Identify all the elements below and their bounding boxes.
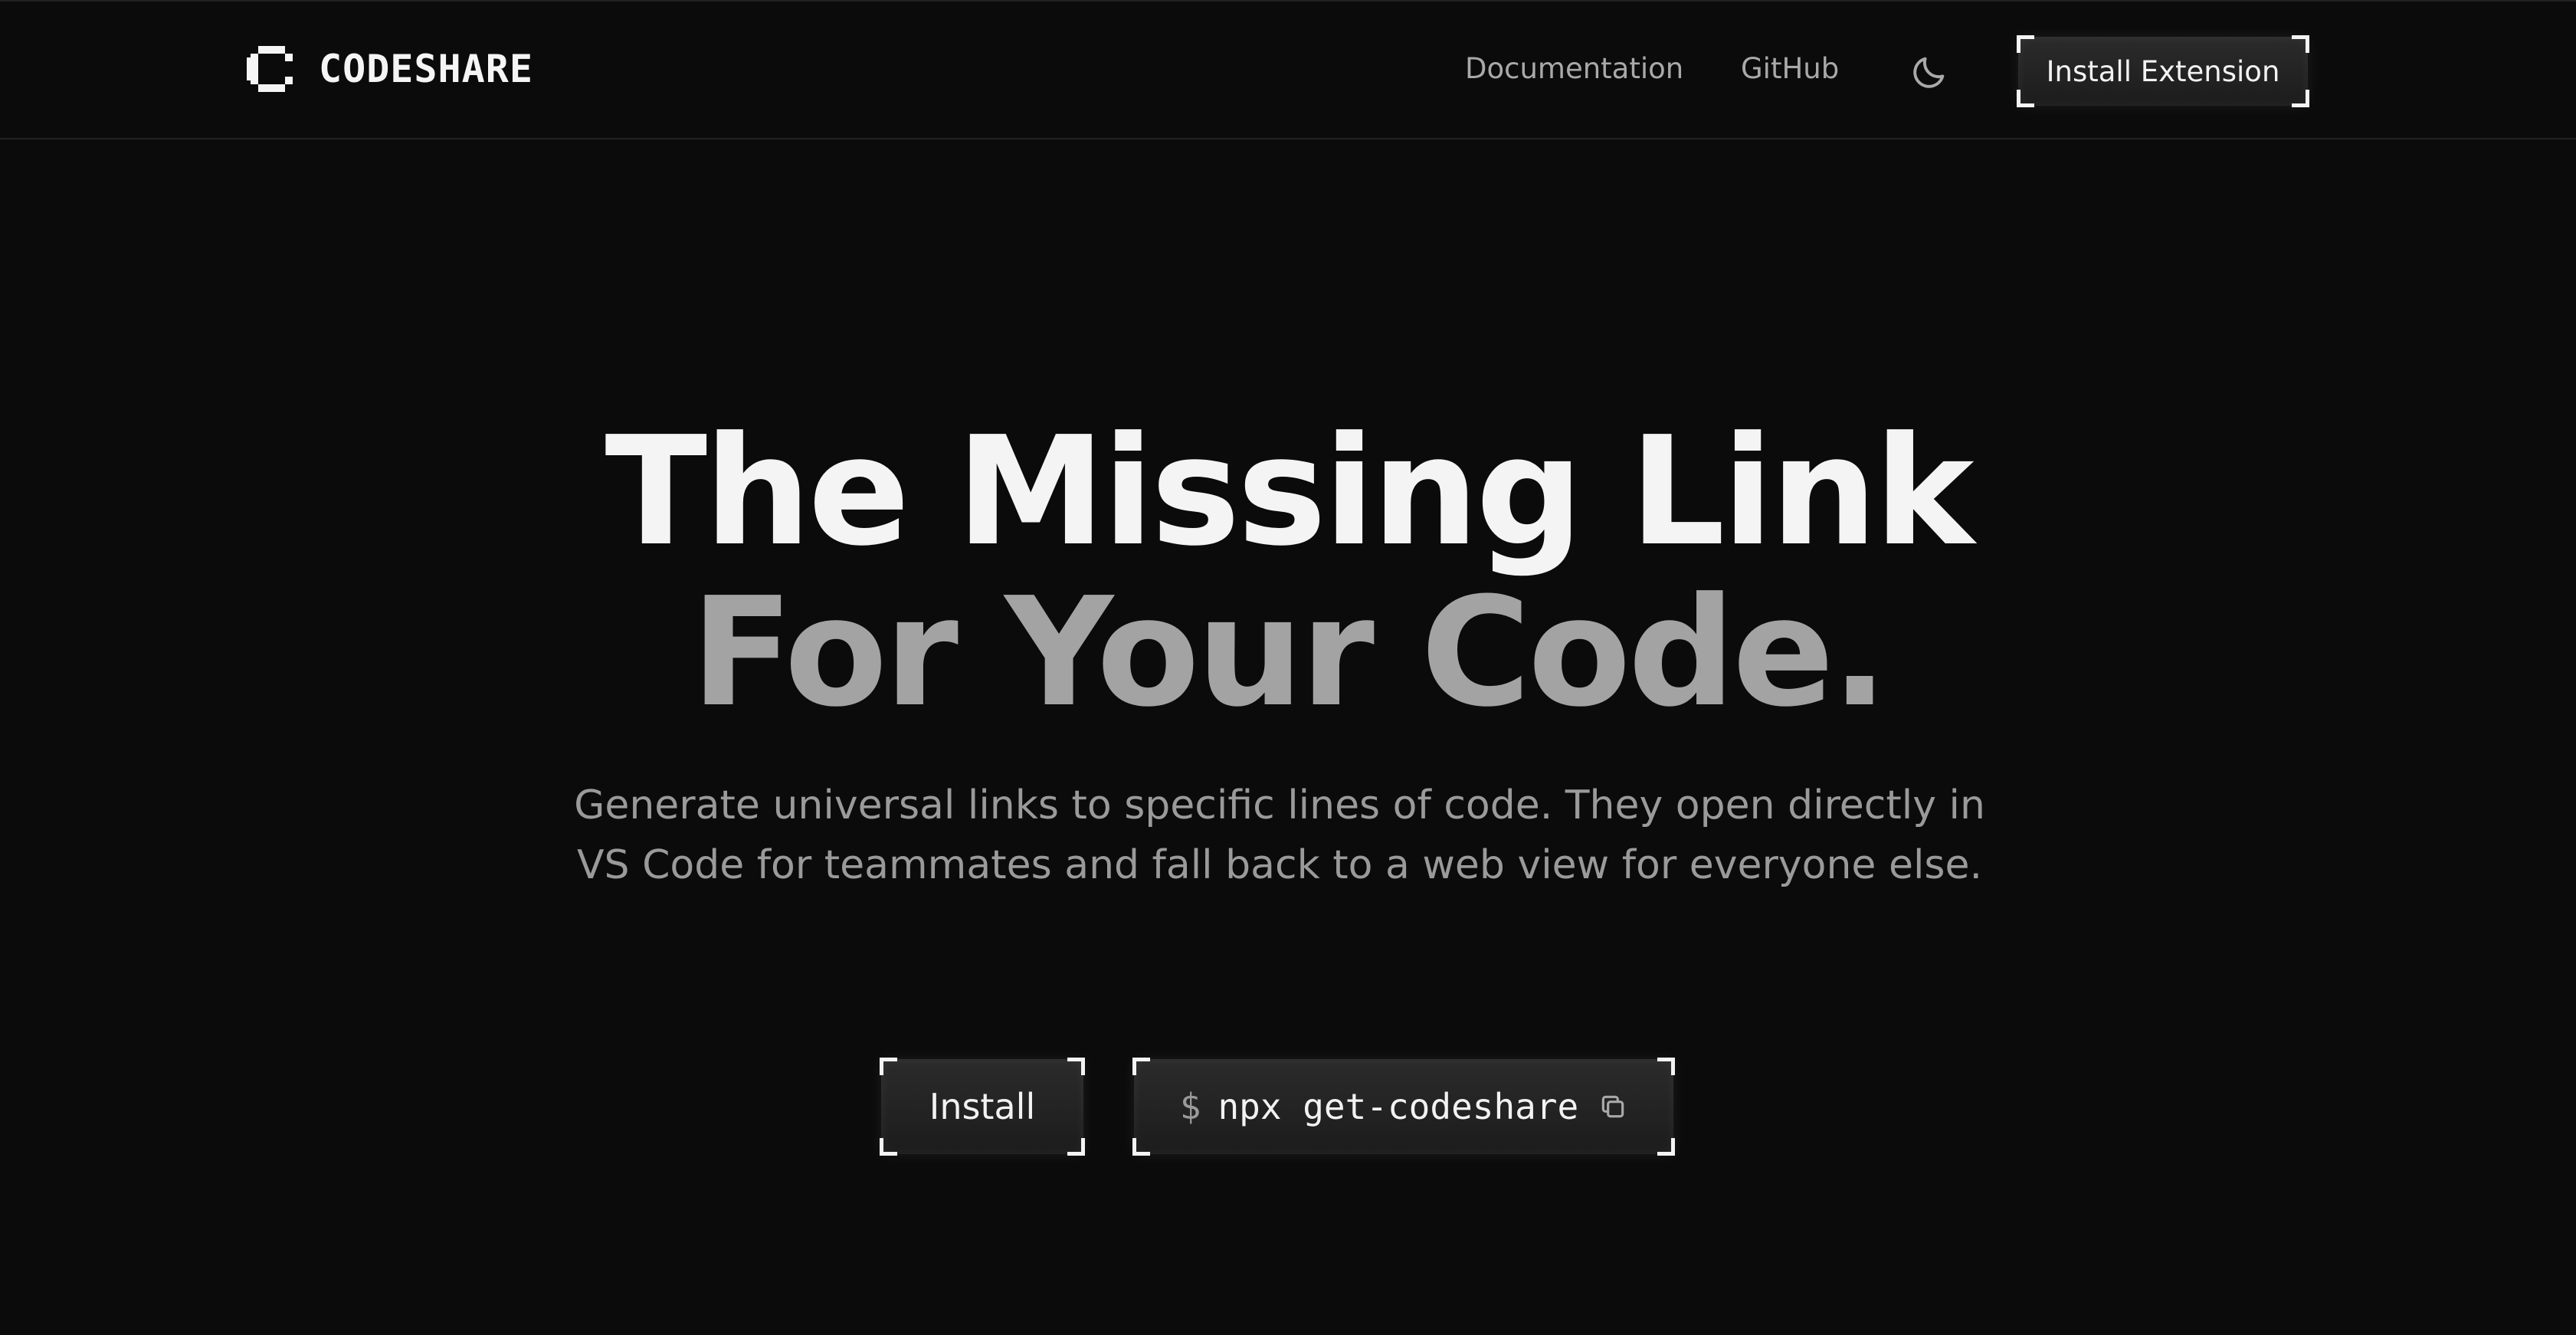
copy-icon: [1602, 1095, 1624, 1118]
moon-icon: [1913, 57, 1945, 88]
nav-github-link[interactable]: GitHub: [1741, 52, 1839, 85]
nav-documentation-link[interactable]: Documentation: [1465, 52, 1683, 85]
command-prompt-symbol: $: [1179, 1086, 1201, 1127]
pixel-c-logo-icon: [247, 46, 293, 92]
hero-title-line-2: For Your Code.: [690, 566, 1889, 740]
install-extension-label: Install Extension: [2046, 54, 2280, 88]
install-button[interactable]: Install: [880, 1058, 1085, 1156]
corner-bracket: [2017, 35, 2034, 53]
brand-name: CODESHARE: [319, 47, 533, 91]
theme-toggle-button[interactable]: [1909, 52, 1949, 92]
hero-description: Generate universal links to specific lin…: [574, 782, 1985, 888]
hero-title-line-1: The Missing Link: [605, 405, 1974, 579]
corner-bracket: [880, 1058, 897, 1075]
corner-bracket: [1657, 1138, 1675, 1156]
corner-bracket: [1657, 1058, 1675, 1075]
corner-bracket: [2017, 90, 2034, 107]
install-extension-button[interactable]: Install Extension: [2017, 35, 2309, 107]
corner-bracket: [880, 1138, 897, 1156]
corner-bracket: [1067, 1058, 1085, 1075]
brand-logo[interactable]: CODESHARE: [247, 46, 533, 92]
copy-command-button[interactable]: $ npx get-codeshare: [1132, 1058, 1675, 1156]
top-navbar: CODESHARE Documentation GitHub Install E…: [0, 2, 2576, 139]
corner-bracket: [1132, 1058, 1150, 1075]
install-label: Install: [929, 1086, 1036, 1127]
corner-bracket: [2292, 90, 2309, 107]
install-command-text: npx get-codeshare: [1218, 1086, 1579, 1127]
landing-page: CODESHARE Documentation GitHub Install E…: [0, 0, 2576, 1335]
corner-bracket: [1132, 1138, 1150, 1156]
corner-bracket: [1067, 1138, 1085, 1156]
corner-bracket: [2292, 35, 2309, 53]
